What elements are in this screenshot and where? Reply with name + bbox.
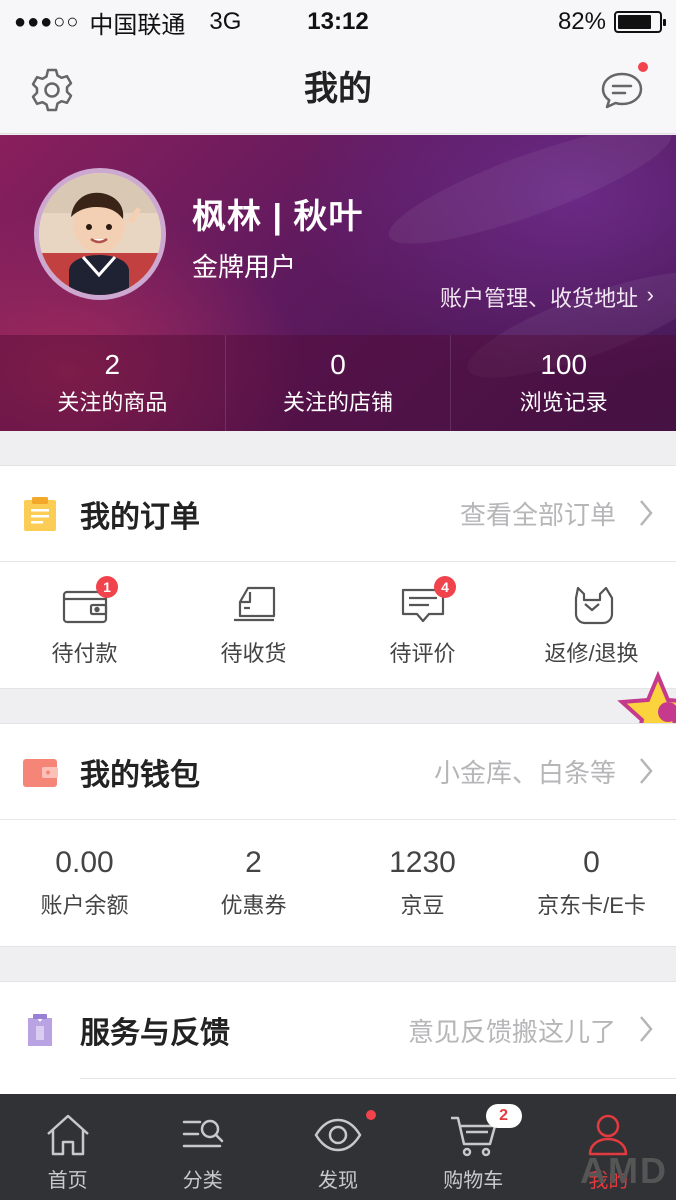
grid-label: 待付款 [51,641,118,666]
wallet-value: 0.00 [55,846,114,879]
status-bar: ●●●○○ 中国联通 3G 13:12 82% [0,0,676,44]
home-icon [46,1114,89,1156]
section-title: 我的钱包 [80,758,200,792]
wallet-section: 我的钱包 小金库、白条等 0.00 账户余额 2 优惠券 1230 京豆 0 京… [0,723,676,947]
stat-browse-history[interactable]: 100 浏览记录 [451,335,676,431]
chevron-right-icon [640,758,653,784]
background-streak [378,135,676,265]
wallet-value: 2 [245,846,262,879]
orders-section: 我的订单 查看全部订单 1 待付款 待收货 4 待评价 返修/退换 [0,465,676,689]
section-divider [80,1078,676,1079]
clipboard-icon [24,496,56,531]
truck-icon [233,586,275,622]
tab-label: 我的 [588,1170,629,1192]
cart-count-badge: 2 [485,1104,522,1128]
grid-label: 待评价 [389,641,456,666]
stat-followed-products[interactable]: 2 关注的商品 [0,335,226,431]
user-level: 金牌用户 [192,252,297,282]
eye-icon [314,1118,362,1152]
username: 枫林 | 秋叶 [192,198,364,236]
service-header[interactable]: 服务与反馈 意见反馈搬这儿了 [0,982,676,1078]
section-title: 我的订单 [80,500,200,534]
page-title: 我的 [304,70,372,108]
tab-mine[interactable]: 我的 [541,1094,676,1200]
wallet-jd-card[interactable]: 0 京东卡/E卡 [507,820,676,946]
wallet-label: 京东卡/E卡 [537,893,646,918]
stat-value: 0 [330,349,346,380]
grid-label: 返修/退换 [544,641,639,666]
profile-header: 枫林 | 秋叶 金牌用户 账户管理、收货地址 › 2 关注的商品 0 关注的店铺… [0,135,676,431]
order-pending-review[interactable]: 4 待评价 [338,562,507,688]
chevron-right-icon [640,1016,653,1042]
status-left: ●●●○○ 中国联通 3G [14,5,241,40]
wallet-grid: 0.00 账户余额 2 优惠券 1230 京豆 0 京东卡/E卡 [0,820,676,946]
account-management-link[interactable]: 账户管理、收货地址 [440,281,638,313]
stat-label: 关注的店铺 [283,390,394,415]
tab-category[interactable]: 分类 [135,1094,270,1200]
status-right: 82% [557,8,666,36]
wallet-header[interactable]: 我的钱包 小金库、白条等 [0,724,676,820]
wallet-details-link[interactable]: 小金库、白条等 [434,753,616,790]
pending-review-badge: 4 [434,576,456,598]
battery-icon [614,11,666,33]
carrier-name: 中国联通 [89,11,186,39]
tab-discover[interactable]: 发现 [270,1094,405,1200]
stat-label: 关注的商品 [57,390,168,415]
signal-strength: ●●●○○ [14,10,80,33]
chevron-right-icon [640,500,653,526]
order-pending-payment[interactable]: 1 待付款 [0,562,169,688]
avatar[interactable] [34,168,166,300]
stat-followed-stores[interactable]: 0 关注的店铺 [226,335,452,431]
message-icon [601,72,643,109]
pending-payment-badge: 1 [96,576,118,598]
nav-bar: 我的 [0,44,676,134]
tab-label: 发现 [318,1170,358,1192]
service-section: 服务与反馈 意见反馈搬这儿了 [0,981,676,1094]
tab-label: 分类 [182,1170,223,1192]
tab-label: 购物车 [443,1170,504,1192]
stat-value: 100 [540,349,588,380]
tab-cart[interactable]: 2 购物车 [406,1094,541,1200]
discover-unread-dot [366,1110,377,1120]
battery-percent: 82% [557,8,606,35]
stat-value: 2 [104,349,121,380]
wallet-label: 京豆 [400,893,445,918]
wallet-label: 账户余额 [40,893,129,918]
return-icon [574,586,613,625]
message-unread-dot [638,62,648,72]
wallet-value: 1230 [389,846,456,879]
battery-fill [618,15,651,29]
wallet-value: 0 [583,846,600,879]
wallet-jingdou[interactable]: 1230 京豆 [338,820,507,946]
shirt-icon [28,1014,52,1046]
wallet-balance[interactable]: 0.00 账户余额 [0,820,169,946]
stat-label: 浏览记录 [519,390,608,415]
chevron-right-icon: › [646,282,654,307]
view-all-orders-link[interactable]: 查看全部订单 [460,495,616,532]
category-icon [182,1119,224,1148]
network-type: 3G [209,8,242,35]
wallet-card-icon [23,758,58,787]
wallet-coupons[interactable]: 2 优惠券 [169,820,338,946]
user-icon [589,1114,628,1156]
order-status-grid: 1 待付款 待收货 4 待评价 返修/退换 [0,562,676,688]
grid-label: 待收货 [220,641,287,666]
section-title: 服务与反馈 [80,1017,230,1050]
tab-bar: 首页 分类 发现 2 购物车 我的 AMD [0,1094,676,1200]
orders-header[interactable]: 我的订单 查看全部订单 [0,466,676,562]
tab-label: 首页 [47,1170,88,1192]
profile-stats: 2 关注的商品 0 关注的店铺 100 浏览记录 [0,335,676,431]
wallet-label: 优惠券 [220,893,287,918]
order-pending-receipt[interactable]: 待收货 [169,562,338,688]
avatar-photo [39,173,161,295]
message-button[interactable] [598,62,648,114]
feedback-link[interactable]: 意见反馈搬这儿了 [408,1012,616,1049]
tab-home[interactable]: 首页 [0,1094,135,1200]
